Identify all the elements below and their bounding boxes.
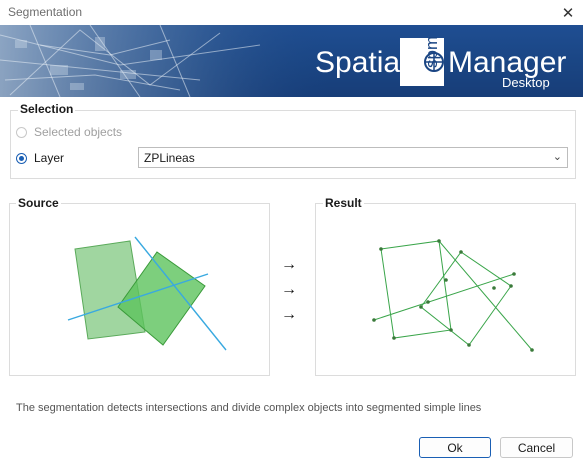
arrow-right-icon: → — [281, 256, 297, 273]
selection-group-label: Selection — [18, 102, 76, 116]
chevron-down-icon: ⌄ — [552, 151, 562, 163]
layer-option[interactable]: Layer — [16, 151, 64, 165]
spm-box-icon: spm — [400, 36, 444, 86]
logo-subtext: Desktop — [502, 75, 550, 90]
title-bar: Segmentation ✕ — [0, 0, 583, 25]
arrow-right-icon: → — [281, 306, 297, 323]
result-label: Result — [323, 196, 364, 210]
selected-objects-label: Selected objects — [34, 125, 123, 139]
arrow-right-icon: → — [281, 281, 297, 298]
selected-objects-option: Selected objects — [16, 125, 122, 139]
source-panel — [9, 203, 270, 376]
cancel-button[interactable]: Cancel — [500, 437, 573, 458]
description-text: The segmentation detects intersections a… — [16, 402, 482, 414]
ok-button[interactable]: Ok — [419, 437, 491, 458]
spatial-manager-logo: Spatial spm Manager Desktop — [315, 36, 566, 90]
layer-label: Layer — [34, 151, 65, 165]
source-illustration — [67, 236, 227, 351]
result-panel — [315, 203, 576, 376]
layer-dropdown[interactable]: ZPLineas ⌄ — [138, 147, 568, 168]
result-illustration — [372, 239, 534, 352]
arrows: → → → — [281, 252, 305, 327]
layer-radio[interactable] — [16, 152, 27, 164]
close-icon[interactable]: ✕ — [553, 0, 583, 25]
logo-text-left: Spatial — [315, 46, 407, 79]
selected-objects-radio — [16, 126, 27, 138]
map-background-image — [0, 25, 330, 97]
selection-group — [10, 110, 576, 179]
layer-dropdown-value: ZPLineas — [144, 151, 195, 165]
header-banner: Spatial spm Manager Desktop — [0, 25, 583, 97]
source-label: Source — [16, 196, 61, 210]
window-title: Segmentation — [8, 5, 83, 19]
